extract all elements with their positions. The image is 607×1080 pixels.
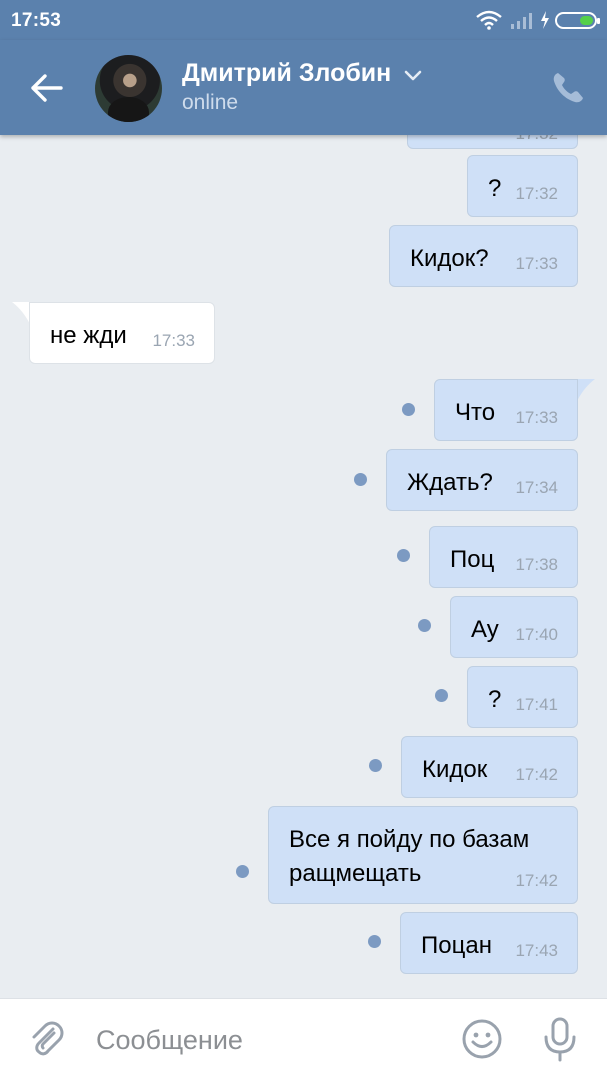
status-bar: 17:53 — [0, 0, 607, 40]
message-time: 17:34 — [515, 478, 558, 497]
message-time: 17:42 — [515, 765, 558, 784]
message-list[interactable]: 17:32 ? 17:32 Кидок? 17:33 не жди 17:33 … — [0, 135, 607, 998]
message-text: Что — [455, 399, 496, 426]
battery-level — [580, 15, 593, 25]
unread-indicator — [354, 473, 367, 486]
message-time: 17:41 — [515, 695, 558, 714]
message-bubble[interactable]: ? 17:41 — [467, 666, 578, 728]
message-time: 17:32 — [515, 135, 558, 144]
microphone-icon — [544, 1017, 576, 1062]
voice-message-button[interactable] — [538, 1016, 582, 1062]
emoji-button[interactable] — [461, 1018, 503, 1060]
message-time: 17:33 — [515, 254, 558, 273]
message-bubble-incoming[interactable]: не жди 17:33 — [29, 302, 215, 364]
contact-name[interactable]: Дмитрий Злобин — [182, 59, 391, 88]
message-text: Кидок? — [410, 245, 489, 272]
unread-indicator — [397, 549, 410, 562]
message-text: Поц — [450, 546, 495, 573]
charging-icon — [541, 11, 549, 29]
unread-indicator — [369, 759, 382, 772]
message-bubble[interactable]: 17:32 — [407, 135, 578, 149]
unread-indicator — [368, 935, 381, 948]
chevron-down-icon[interactable] — [402, 69, 424, 83]
message-composer — [0, 998, 607, 1080]
message-time: 17:43 — [515, 941, 558, 960]
chat-header: Дмитрий Злобин online — [0, 40, 607, 135]
message-time: 17:40 — [515, 625, 558, 644]
message-text: Кидок — [422, 756, 488, 783]
message-bubble[interactable]: Что 17:33 — [434, 379, 578, 441]
chat-screen: 17:53 Дмитрий Злобин online ? 17:32 Кидо… — [0, 0, 607, 1080]
message-bubble[interactable]: Поц 17:38 — [429, 526, 578, 588]
phone-icon — [553, 73, 583, 103]
back-arrow-icon — [31, 74, 63, 102]
back-button[interactable] — [24, 66, 68, 110]
message-text: Поцан — [421, 932, 492, 959]
paperclip-icon — [32, 1021, 64, 1056]
message-bubble[interactable]: ? 17:32 — [467, 155, 578, 217]
message-time: 17:42 — [515, 871, 558, 890]
message-bubble[interactable]: Все я пойду по базам ращмещать 17:42 — [268, 806, 578, 904]
attach-button[interactable] — [26, 1018, 68, 1060]
message-bubble[interactable]: Кидок? 17:33 — [389, 225, 578, 287]
status-icons — [475, 9, 600, 31]
message-text: Ждать? — [407, 469, 493, 496]
unread-indicator — [435, 689, 448, 702]
message-time: 17:32 — [515, 184, 558, 203]
message-bubble[interactable]: Кидок 17:42 — [401, 736, 578, 798]
wifi-icon — [476, 10, 502, 30]
message-bubble[interactable]: Ау 17:40 — [450, 596, 578, 658]
message-bubble[interactable]: Поцан 17:43 — [400, 912, 578, 974]
unread-indicator — [236, 865, 249, 878]
unread-indicator — [402, 403, 415, 416]
message-time: 17:33 — [152, 331, 195, 350]
message-text: Все я пойду по базам ращмещать — [289, 826, 530, 887]
emoji-icon — [462, 1019, 502, 1059]
unread-indicator — [418, 619, 431, 632]
battery-icon — [555, 11, 600, 29]
message-time: 17:38 — [515, 555, 558, 574]
message-time: 17:33 — [515, 408, 558, 427]
status-time: 17:53 — [11, 10, 62, 31]
message-input[interactable] — [96, 1021, 436, 1059]
signal-icon — [511, 13, 532, 29]
contact-avatar[interactable] — [95, 55, 162, 122]
message-bubble[interactable]: Ждать? 17:34 — [386, 449, 578, 511]
call-button[interactable] — [548, 68, 588, 108]
message-text: не жди — [50, 322, 127, 349]
message-text: ? — [488, 175, 502, 202]
message-text: Ау — [471, 616, 499, 643]
contact-status: online — [182, 91, 239, 114]
message-text: ? — [488, 686, 502, 713]
